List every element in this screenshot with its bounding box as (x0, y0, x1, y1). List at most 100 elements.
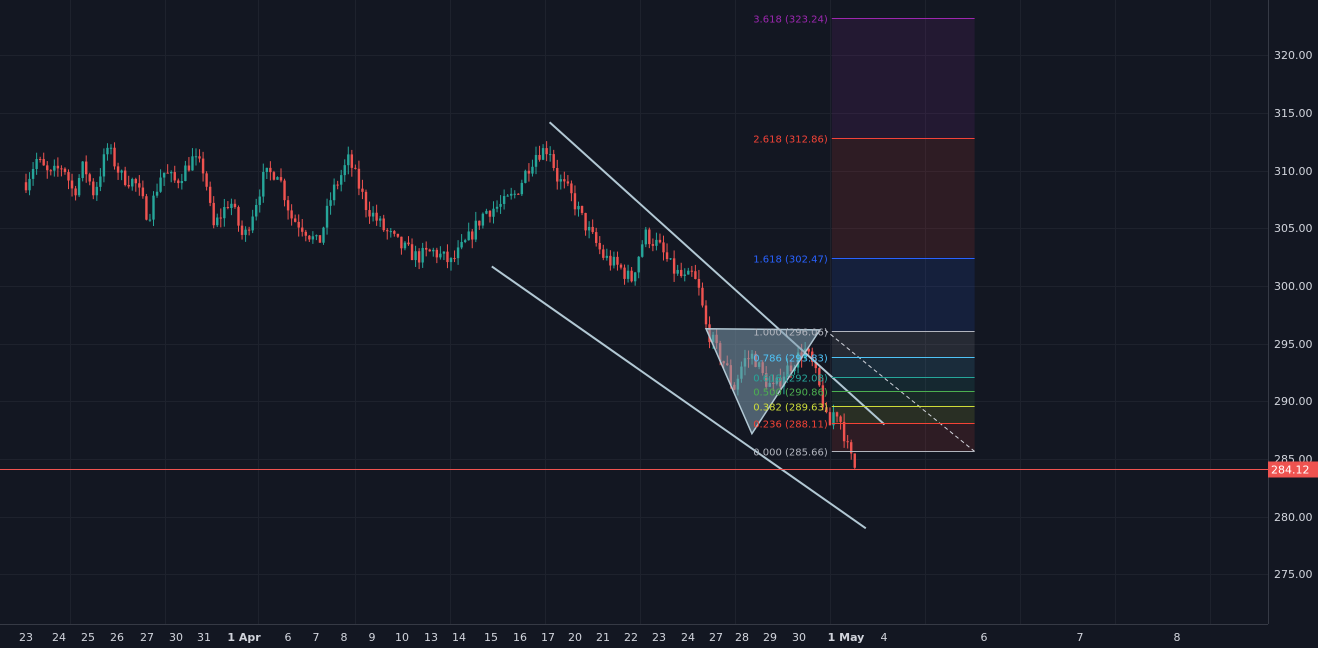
time-axis-tick: 13 (424, 631, 438, 644)
candle-body-down (85, 161, 88, 175)
candle-body-up (332, 184, 336, 201)
candle-body-down (116, 166, 120, 173)
price-axis-tick: 315.00 (1274, 107, 1313, 120)
candle-body-down (269, 167, 272, 173)
candle-body-up (159, 177, 162, 192)
candle-body-up (559, 179, 562, 182)
candle-body-down (580, 205, 584, 213)
candle-body-down (166, 172, 169, 174)
candle-body-down (308, 235, 311, 240)
time-axis-tick: 22 (624, 631, 638, 644)
candle-body-up (152, 195, 155, 220)
candle-body-down (88, 174, 91, 182)
candle-body-down (527, 170, 531, 174)
candle-body-up (449, 258, 453, 263)
time-axis-tick: 9 (369, 631, 376, 644)
candle-body-up (481, 213, 485, 226)
candle-body-down (690, 270, 694, 272)
time-axis-tick: 31 (197, 631, 211, 644)
candle-body-up (502, 196, 506, 204)
candle-body-down (318, 235, 322, 243)
candle-body-up (687, 270, 690, 275)
last-price-tag: 284.12 (1268, 461, 1318, 478)
time-axis-tick: 1 May (828, 631, 865, 644)
candle-body-down (56, 165, 60, 169)
candle-body-down (375, 212, 378, 221)
candle-body-down (556, 167, 559, 182)
candle-body-up (577, 205, 580, 210)
candle-body-down (237, 207, 240, 226)
candle-body-down (853, 453, 856, 468)
candle-body-down (446, 251, 449, 263)
candle-body-up (460, 241, 463, 248)
candle-body-up (343, 165, 346, 176)
candle-body-down (272, 172, 276, 180)
candle-body-down (198, 156, 201, 159)
time-axis-tick: 6 (981, 631, 988, 644)
candle-body-up (262, 171, 265, 197)
candle-body-up (265, 167, 269, 172)
candle-body-down (46, 165, 49, 171)
time-axis-tick: 29 (763, 631, 777, 644)
candle-body-down (478, 220, 481, 226)
price-chart[interactable]: 3.618 (323.24) 2.618 (312.86) 1.618 (302.4… (0, 0, 1318, 648)
time-axis-tick: 6 (285, 631, 292, 644)
candle-body-up (495, 206, 499, 209)
candle-body-up (403, 242, 407, 249)
time-axis-tick: 14 (452, 631, 466, 644)
candle-body-down (382, 218, 385, 231)
candle-body-down (70, 180, 74, 189)
candle-body-up (513, 193, 516, 195)
fib-band (831, 137, 975, 258)
candle-body-down (563, 179, 566, 182)
candle-body-up (676, 269, 679, 274)
candle-body-down (24, 182, 28, 191)
candle-body-up (637, 256, 640, 273)
candle-body-down (286, 200, 290, 211)
candle-body-up (492, 208, 495, 217)
candle-body-up (95, 186, 99, 196)
price-axis[interactable] (1268, 0, 1318, 648)
candle-body-down (141, 187, 145, 197)
candle-body-up (162, 172, 166, 178)
candle-body-up (439, 253, 442, 258)
fib-band (831, 357, 975, 378)
price-axis-tick: 275.00 (1274, 568, 1313, 581)
time-axis-tick: 24 (681, 631, 695, 644)
candle-body-down (208, 186, 212, 203)
candle-body-down (113, 147, 116, 167)
candle-body-down (212, 202, 215, 226)
candle-body-up (587, 226, 591, 231)
fib-level-label: 0.382 (289.63) (753, 403, 828, 414)
candle-body-up (499, 203, 502, 207)
candle-body-down (697, 278, 701, 288)
candle-body-down (42, 159, 45, 166)
candle-body-down (386, 230, 389, 232)
price-axis-tick: 280.00 (1274, 511, 1313, 524)
last-price-tag-label: 284.12 (1271, 464, 1310, 477)
candle-body-down (205, 173, 208, 187)
candle-body-down (396, 233, 400, 237)
time-axis-tick: 7 (313, 631, 320, 644)
candle-body-down (145, 196, 148, 220)
time-axis-tick: 10 (395, 631, 409, 644)
candle-body-down (538, 154, 541, 160)
candle-body-down (839, 416, 842, 422)
candle-body-up (77, 178, 81, 196)
candle-body-down (471, 231, 474, 240)
candle-body-up (655, 239, 658, 246)
candle-body-up (223, 207, 226, 219)
candle-body-down (598, 242, 601, 250)
candle-body-up (641, 244, 644, 257)
candle-body-up (371, 212, 375, 217)
price-axis-tick: 290.00 (1274, 395, 1313, 408)
candle-body-down (279, 177, 283, 181)
candle-body-down (672, 258, 676, 274)
candle-body-up (53, 165, 56, 171)
candle-body-up (474, 220, 477, 240)
time-axis-tick: 23 (652, 631, 666, 644)
time-axis-tick: 27 (709, 631, 723, 644)
candle-body-up (230, 203, 233, 208)
candle-body-down (842, 421, 846, 442)
candle-body-down (350, 154, 354, 168)
